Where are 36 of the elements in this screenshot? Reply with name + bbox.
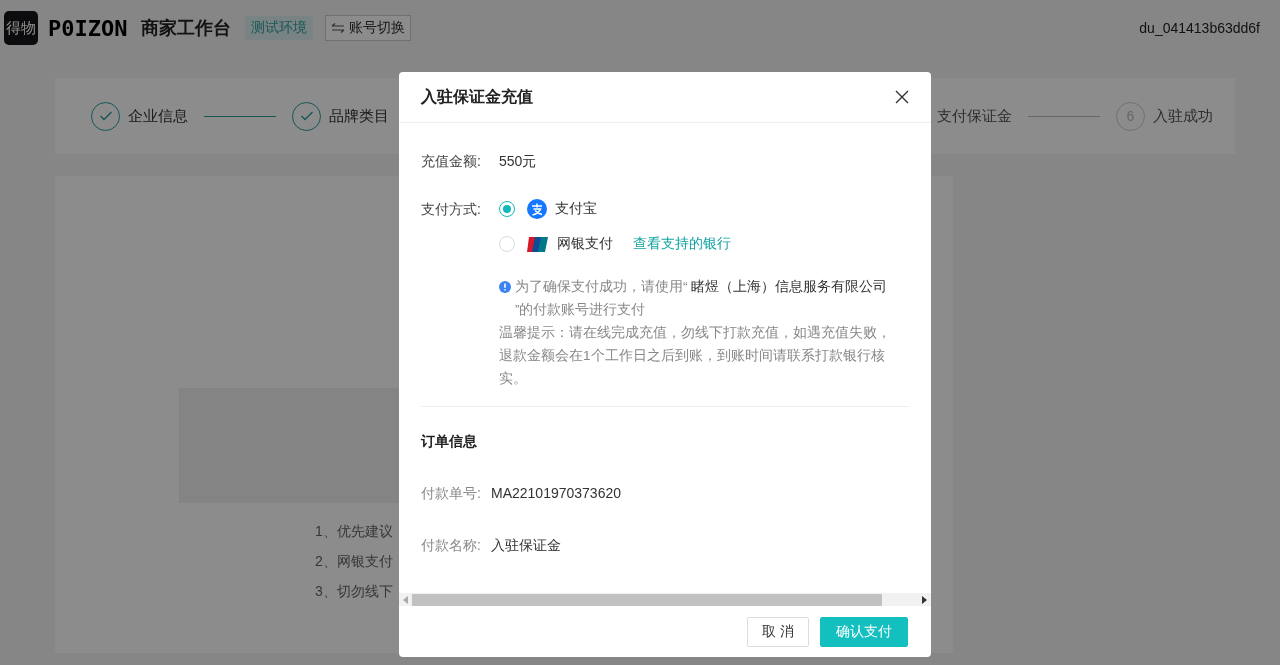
supported-banks-link[interactable]: 查看支持的银行 <box>633 235 731 254</box>
step-label: 企业信息 <box>128 106 188 126</box>
logo-mark: 得物 <box>4 11 38 45</box>
dialog-title: 入驻保证金充值 <box>421 86 533 107</box>
info-icon <box>499 281 511 294</box>
account-name: du_041413b63dd6f <box>1139 20 1260 36</box>
close-icon[interactable] <box>895 90 909 105</box>
scroll-left-arrow-icon[interactable] <box>403 595 409 604</box>
cancel-button[interactable]: 取 消 <box>747 616 809 647</box>
logo-wordmark: P0IZON <box>48 15 128 41</box>
account-switch-button[interactable]: 账号切换 <box>325 15 412 41</box>
app-title: 商家工作台 <box>141 17 232 40</box>
field-value: MA22101970373620 <box>491 484 621 504</box>
note-text: 1、优先建议 <box>315 522 393 541</box>
field-label: 支付方式: <box>421 200 482 220</box>
section-title: 订单信息 <box>421 433 478 452</box>
note-text: 2、网银支付 <box>315 552 393 571</box>
scrollbar-thumb[interactable] <box>412 593 882 606</box>
field-label: 付款名称: <box>421 536 482 556</box>
bank-card-icon <box>527 236 549 252</box>
scroll-right-arrow-icon[interactable] <box>921 595 927 604</box>
payment-method-label: 支付宝 <box>555 200 597 219</box>
note-text: 3、切勿线下 <box>315 582 393 601</box>
notice-text: 为了确保支付成功，请使用“ 睹煜（上海）信息服务有限公司 ”的付款账号进行支付 <box>515 278 889 320</box>
step-label: 支付保证金 <box>937 106 1012 126</box>
field-value: 入驻保证金 <box>491 536 561 556</box>
environment-tag: 测试环境 <box>245 16 314 40</box>
field-label: 付款单号: <box>421 484 482 504</box>
tip-text: 温馨提示：请在线完成充值，勿线下打款充值，如遇充值失败，退款金额会在1个工作日之后到账，到账时间请联系打款银行核实。 <box>499 324 892 389</box>
payment-method-label: 网银支付 <box>557 235 613 254</box>
step-label: 入驻成功 <box>1153 106 1213 126</box>
amount-value: 550元 <box>499 152 537 172</box>
swap-arrows-icon <box>331 23 346 33</box>
step-label: 品牌类目 <box>329 106 389 126</box>
field-label: 充值金额: <box>421 152 482 172</box>
alipay-icon <box>527 199 547 220</box>
